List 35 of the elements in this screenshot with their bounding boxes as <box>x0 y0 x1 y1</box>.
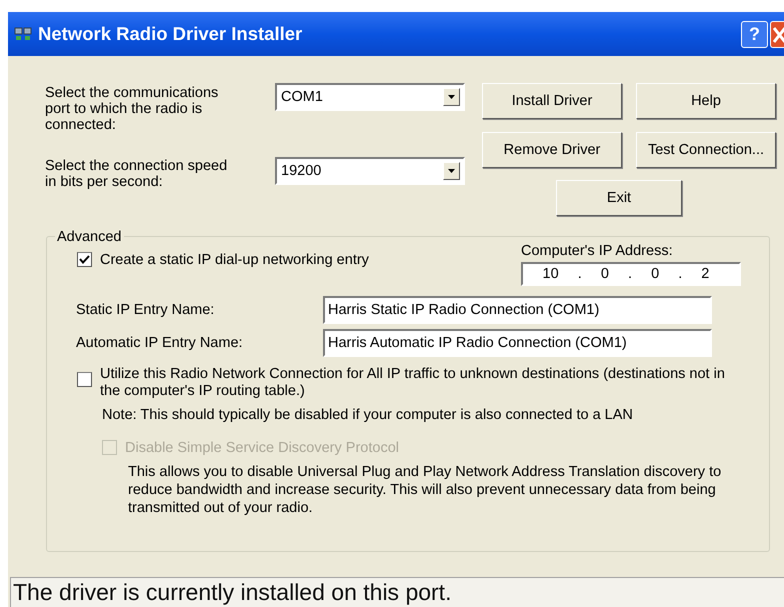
window-title: Network Radio Driver Installer <box>38 22 302 46</box>
close-button[interactable] <box>770 20 784 48</box>
dot-separator: . <box>578 265 582 283</box>
note-text: Note: This should typically be disabled if your computer is also connected to a LAN <box>102 406 634 424</box>
checkbox-label: Disable Simple Service Discovery Protocol <box>125 439 399 457</box>
description-text: This allows you to disable Universal Plug and Play Network Address Translation discovery to reduce bandwidth and increase security. This will also prevent unnecessary data from being transmitted out of your radio. <box>128 463 722 517</box>
ip-address-label: Computer's IP Address: <box>521 242 674 260</box>
ip-octet: 10 <box>542 265 559 283</box>
network-icon <box>14 26 32 42</box>
dialog-button[interactable]: Test Connection... <box>636 132 776 168</box>
speed-dropdown[interactable]: 19200 <box>275 157 465 185</box>
checkbox-label: Utilize this Radio Network Connection for All IP traffic to unknown destinations (destinations not in the computer's IP routing table.) <box>100 366 726 400</box>
checkbox[interactable] <box>77 372 92 387</box>
dialog-button[interactable]: Remove Driver <box>482 132 622 168</box>
dialog-button[interactable]: Help <box>636 83 776 119</box>
checkbox-label: Create a static IP dial-up networking entry <box>100 251 369 269</box>
dialog-button[interactable]: Install Driver <box>482 83 622 119</box>
dot-separator: . <box>628 265 632 283</box>
ip-address-field[interactable]: 10 . 0 . 0 . 2 <box>521 262 741 286</box>
ip-octet: 0 <box>651 265 660 283</box>
ip-octet: 0 <box>600 265 609 283</box>
field-label: Automatic IP Entry Name: <box>75 334 244 352</box>
checkbox[interactable] <box>77 252 92 267</box>
port-dropdown[interactable]: COM1 <box>275 83 465 111</box>
text-field[interactable]: Harris Automatic IP Radio Connection (COM1) <box>323 329 712 357</box>
help-button[interactable]: ? <box>741 20 768 48</box>
speed-label: Select the connection speed in bits per second: <box>45 158 228 190</box>
dialog-button[interactable]: Exit <box>556 180 682 216</box>
status-bar: The driver is currently installed on this port. <box>10 577 784 607</box>
port-label: Select the communications port to which the radio is connected: <box>45 85 220 133</box>
field-label: Static IP Entry Name: <box>75 301 216 319</box>
text-field[interactable]: Harris Static IP Radio Connection (COM1) <box>323 296 712 324</box>
dot-separator: . <box>678 265 682 283</box>
close-icon <box>773 26 784 42</box>
ip-octet: 2 <box>701 265 710 283</box>
